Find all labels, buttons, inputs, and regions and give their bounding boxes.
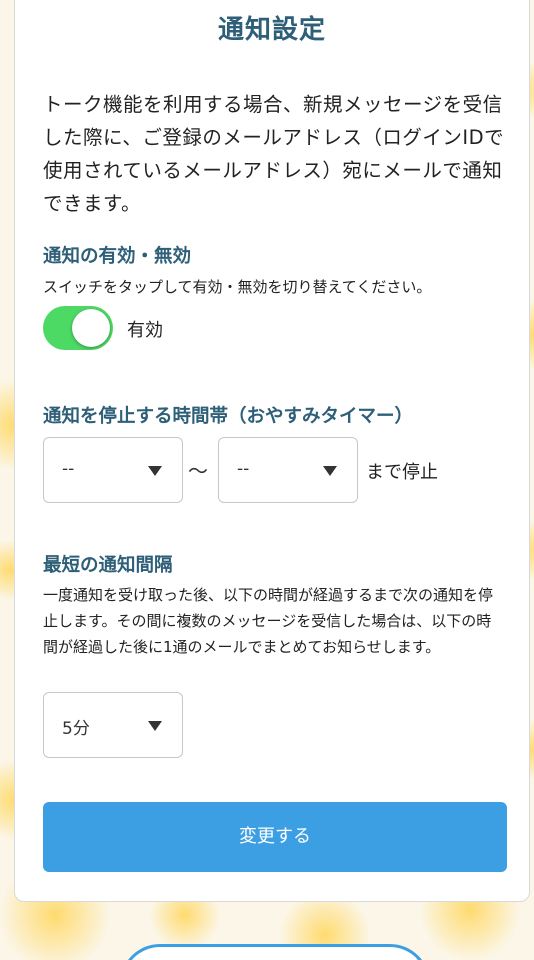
intro-text: トーク機能を利用する場合、新規メッセージを受信した際に、ご登録のメールアドレス（…	[43, 93, 505, 215]
notification-heading: 通知の有効・無効	[43, 246, 192, 267]
timer-suffix: まで停止	[366, 462, 438, 483]
timer-end-value: --	[237, 459, 250, 479]
timer-heading: 通知を停止する時間帯（おやすみタイマー）	[43, 406, 414, 427]
notification-description: スイッチをタップして有効・無効を切り替えてください。	[43, 278, 432, 296]
chevron-down-icon	[148, 466, 162, 476]
toggle-label: 有効	[127, 320, 163, 341]
toggle-knob	[72, 309, 110, 347]
chevron-down-icon	[323, 466, 337, 476]
timer-end-select[interactable]: --	[218, 437, 358, 503]
chevron-down-icon	[148, 721, 162, 731]
secondary-button-partial[interactable]	[120, 944, 430, 960]
page-title: 通知設定	[217, 15, 326, 45]
interval-description: 一度通知を受け取った後、以下の時間が経過するまで次の通知を停止します。その間に複…	[43, 586, 494, 656]
interval-value: 5分	[62, 719, 90, 739]
interval-heading: 最短の通知間隔	[43, 555, 173, 576]
timer-start-value: --	[62, 459, 75, 479]
submit-button[interactable]: 変更する	[43, 802, 507, 872]
notification-toggle[interactable]	[43, 306, 113, 350]
interval-select[interactable]: 5分	[43, 692, 183, 758]
timer-separator: 〜	[188, 459, 208, 483]
timer-start-select[interactable]: --	[43, 437, 183, 503]
